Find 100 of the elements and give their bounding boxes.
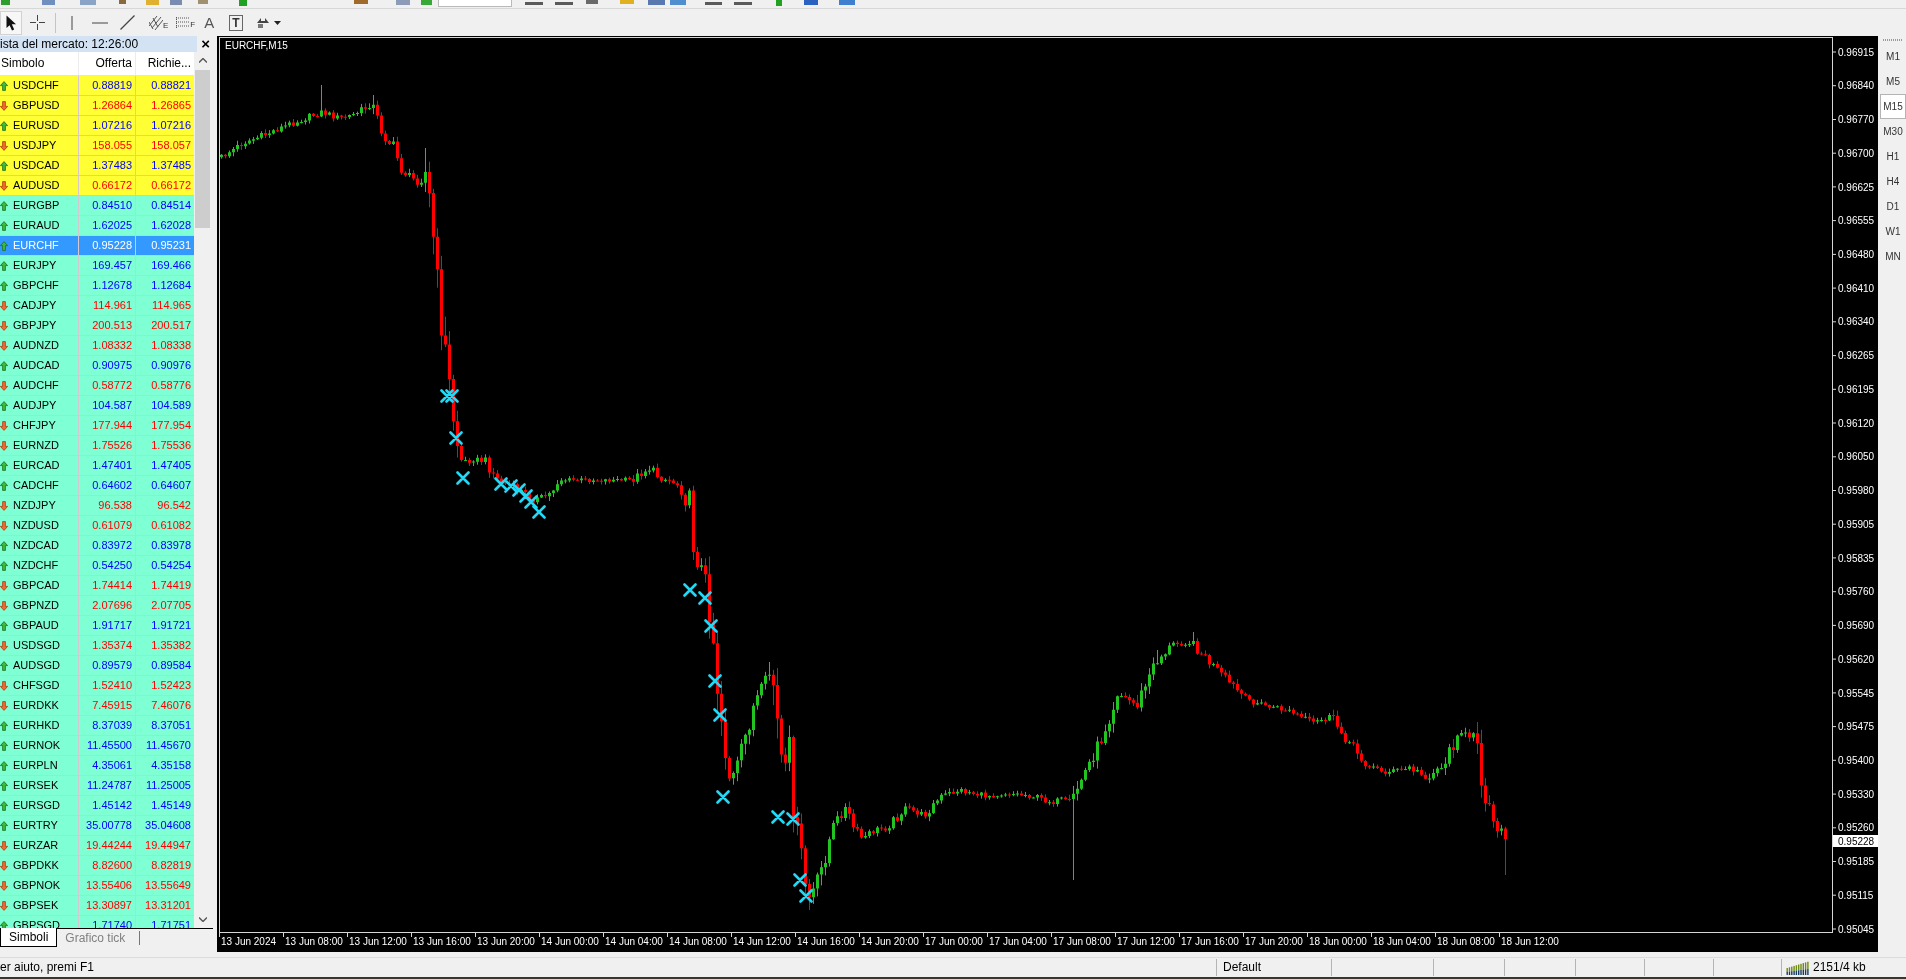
fibonacci-tool-button[interactable]: F bbox=[175, 15, 197, 30]
scrollbar-thumb[interactable] bbox=[195, 70, 210, 228]
status-text: 2151/4 kb bbox=[1812, 959, 1866, 976]
table-row[interactable]: AUDUSD 0.66172 0.66172 bbox=[0, 176, 194, 196]
table-row[interactable]: USDJPY 158.055 158.057 bbox=[0, 136, 194, 156]
time-label: 13 Jun 20:00 bbox=[477, 936, 535, 947]
table-row[interactable]: AUDJPY 104.587 104.589 bbox=[0, 396, 194, 416]
toolbar-icon[interactable] bbox=[670, 0, 686, 6]
table-row[interactable]: GBPCHF 1.12678 1.12684 bbox=[0, 276, 194, 296]
arrows-icon[interactable] bbox=[255, 16, 269, 29]
table-row[interactable]: AUDCHF 0.58772 0.58776 bbox=[0, 376, 194, 396]
table-row[interactable]: EURSGD 1.45142 1.45149 bbox=[0, 796, 194, 816]
table-row[interactable]: EURPLN 4.35061 4.35158 bbox=[0, 756, 194, 776]
timeframe-button[interactable]: H4 bbox=[1880, 169, 1906, 194]
table-row[interactable]: GBPNZD 2.07696 2.07705 bbox=[0, 596, 194, 616]
table-row[interactable]: EURDKK 7.45915 7.46076 bbox=[0, 696, 194, 716]
table-row[interactable]: AUDNZD 1.08332 1.08338 bbox=[0, 336, 194, 356]
timeframe-button[interactable]: M15 bbox=[1880, 94, 1906, 119]
table-row[interactable]: GBPDKK 8.82600 8.82819 bbox=[0, 856, 194, 876]
close-button[interactable]: × bbox=[201, 36, 210, 52]
crosshair-icon[interactable] bbox=[30, 15, 45, 30]
tab[interactable]: Simboli bbox=[0, 928, 58, 947]
toolbar-icon[interactable] bbox=[555, 0, 573, 6]
timeframe-button[interactable]: D1 bbox=[1880, 194, 1906, 219]
table-row[interactable]: NZDUSD 0.61079 0.61082 bbox=[0, 516, 194, 536]
caret-down-icon[interactable] bbox=[273, 20, 281, 25]
table-row[interactable]: NZDCHF 0.54250 0.54254 bbox=[0, 556, 194, 576]
table-row[interactable]: EURTRY 35.00778 35.04608 bbox=[0, 816, 194, 836]
table-row[interactable]: USDCHF 0.88819 0.88821 bbox=[0, 76, 194, 96]
toolbar-icon[interactable] bbox=[196, 0, 210, 6]
caret-up-icon[interactable] bbox=[198, 58, 207, 63]
table-row[interactable]: NZDJPY 96.538 96.542 bbox=[0, 496, 194, 516]
toolbar-icon[interactable] bbox=[0, 0, 11, 6]
symbol-text: EURDKK bbox=[13, 698, 59, 713]
dropdown-field[interactable] bbox=[438, 0, 512, 7]
table-row[interactable]: EURCAD 1.47401 1.47405 bbox=[0, 456, 194, 476]
toolbar-icon[interactable] bbox=[734, 0, 752, 6]
toolbar-icon[interactable] bbox=[170, 0, 182, 6]
toolbar-icon[interactable] bbox=[421, 0, 432, 6]
table-row[interactable]: EURNZD 1.75526 1.75536 bbox=[0, 436, 194, 456]
toolbar-icon[interactable] bbox=[354, 0, 368, 6]
toolbar-icon[interactable] bbox=[42, 0, 55, 6]
table-row[interactable]: EURUSD 1.07216 1.07216 bbox=[0, 116, 194, 136]
table-row[interactable]: EURGBP 0.84510 0.84514 bbox=[0, 196, 194, 216]
table-row[interactable]: GBPJPY 200.513 200.517 bbox=[0, 316, 194, 336]
table-row[interactable]: GBPSEK 13.30897 13.31201 bbox=[0, 896, 194, 916]
toolbar-icon[interactable] bbox=[839, 0, 855, 6]
table-row[interactable]: EURNOK 11.45500 11.45670 bbox=[0, 736, 194, 756]
price-label: 0.96265 bbox=[1838, 350, 1875, 362]
toolbar-icon[interactable] bbox=[586, 0, 598, 6]
table-row[interactable]: AUDSGD 0.89579 0.89584 bbox=[0, 656, 194, 676]
table-row[interactable]: USDSGD 1.35374 1.35382 bbox=[0, 636, 194, 656]
table-row[interactable]: CHFJPY 177.944 177.954 bbox=[0, 416, 194, 436]
table-row[interactable]: EURAUD 1.62025 1.62028 bbox=[0, 216, 194, 236]
table-row[interactable]: EURSEK 11.24787 11.25005 bbox=[0, 776, 194, 796]
vertical-line-icon[interactable] bbox=[71, 15, 73, 30]
timeframe-button[interactable]: M1 bbox=[1880, 44, 1906, 69]
table-row[interactable]: GBPAUD 1.91717 1.91721 bbox=[0, 616, 194, 636]
diagonal-line-icon[interactable] bbox=[120, 15, 135, 30]
horizontal-line-icon[interactable] bbox=[92, 21, 108, 24]
table-row[interactable]: EURHKD 8.37039 8.37051 bbox=[0, 716, 194, 736]
timeframe-button[interactable]: MN bbox=[1880, 244, 1906, 269]
column-header[interactable]: Richie... bbox=[136, 52, 194, 75]
price-label: 0.95115 bbox=[1838, 889, 1874, 901]
timeframe-button[interactable]: M5 bbox=[1880, 69, 1906, 94]
table-row[interactable]: EURJPY 169.457 169.466 bbox=[0, 256, 194, 276]
symbol-text: GBPJPY bbox=[13, 318, 57, 333]
table-row[interactable]: GBPNOK 13.55406 13.55649 bbox=[0, 876, 194, 896]
toolbar-icon[interactable] bbox=[804, 0, 818, 6]
cursor-tool-button[interactable] bbox=[0, 10, 22, 35]
toolbar-icon[interactable] bbox=[705, 0, 722, 6]
toolbar-icon[interactable] bbox=[117, 0, 128, 6]
tab[interactable]: Grafico tick bbox=[57, 929, 134, 947]
text-label-tool-button[interactable]: T bbox=[229, 14, 243, 31]
toolbar-icon[interactable] bbox=[648, 0, 665, 6]
cursor-icon bbox=[5, 14, 17, 31]
symbol-text: AUDCAD bbox=[13, 358, 60, 373]
time-label: 18 Jun 04:00 bbox=[1373, 936, 1431, 947]
text-tool-button[interactable]: A bbox=[203, 14, 216, 31]
symbol-text: EURSGD bbox=[13, 798, 61, 813]
table-row[interactable]: CADJPY 114.961 114.965 bbox=[0, 296, 194, 316]
table-row[interactable]: EURZAR 19.44244 19.44947 bbox=[0, 836, 194, 856]
table-row[interactable]: AUDCAD 0.90975 0.90976 bbox=[0, 356, 194, 376]
symbol-text: USDSGD bbox=[13, 638, 61, 653]
price-label: 0.96625 bbox=[1838, 181, 1875, 193]
timeframe-button[interactable]: W1 bbox=[1880, 219, 1906, 244]
column-header[interactable]: Offerta bbox=[79, 52, 136, 75]
channel-tool-button[interactable]: E bbox=[148, 14, 170, 31]
toolbar-icon[interactable] bbox=[525, 0, 543, 6]
table-row[interactable]: NZDCAD 0.83972 0.83978 bbox=[0, 536, 194, 556]
table-row[interactable]: CHFSGD 1.52410 1.52423 bbox=[0, 676, 194, 696]
timeframe-button[interactable]: H1 bbox=[1880, 144, 1906, 169]
column-header[interactable]: Simbolo bbox=[0, 52, 79, 75]
price-label: 0.96555 bbox=[1838, 215, 1875, 227]
timeframe-button[interactable]: M30 bbox=[1880, 119, 1906, 144]
table-row[interactable]: GBPCAD 1.74414 1.74419 bbox=[0, 576, 194, 596]
table-row[interactable]: GBPUSD 1.26864 1.26865 bbox=[0, 96, 194, 116]
table-row[interactable]: USDCAD 1.37483 1.37485 bbox=[0, 156, 194, 176]
table-row[interactable]: CADCHF 0.64602 0.64607 bbox=[0, 476, 194, 496]
symbol-text: USDCHF bbox=[13, 78, 59, 93]
